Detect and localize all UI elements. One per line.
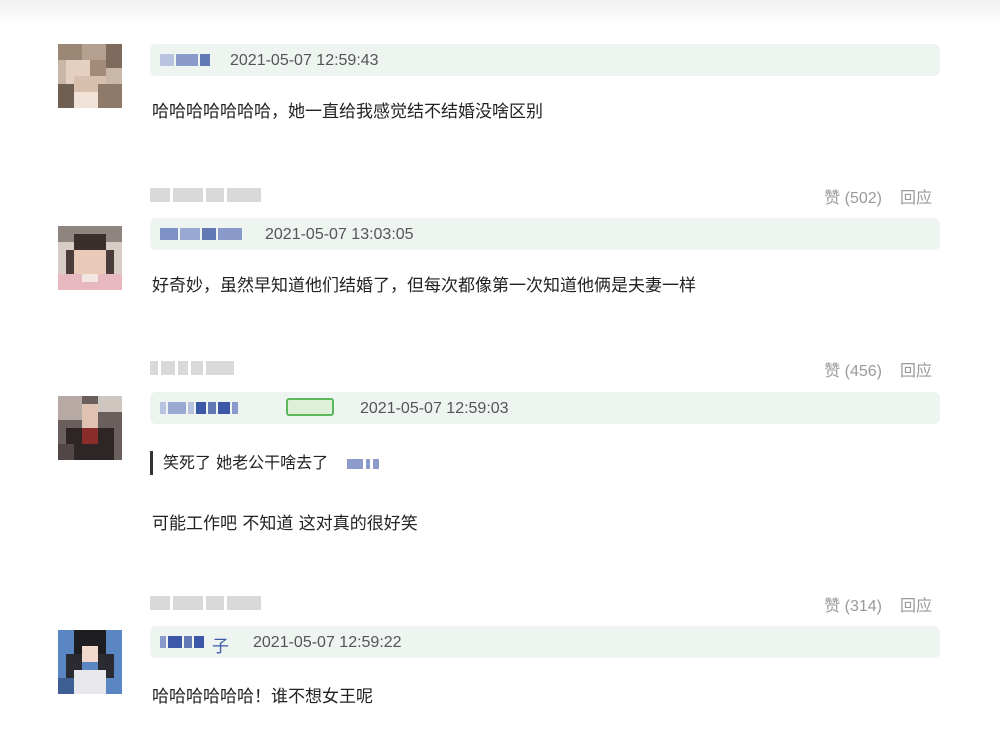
- avatar[interactable]: [58, 396, 122, 460]
- avatar-image: [58, 44, 122, 108]
- avatar[interactable]: [58, 44, 122, 108]
- username-blurred[interactable]: [160, 402, 240, 414]
- comment-text: 哈哈哈哈哈哈哈，她一直给我感觉结不结婚没啥区别: [152, 102, 543, 122]
- avatar-image: [58, 396, 122, 460]
- quoted-comment: 笑死了 她老公干啥去了: [150, 451, 382, 475]
- comment-footer: 赞 (456) 回应: [150, 357, 940, 381]
- avatar[interactable]: [58, 226, 122, 290]
- comment-timestamp: 2021-05-07 12:59:03: [360, 400, 509, 417]
- like-button[interactable]: 赞 (314): [824, 592, 882, 616]
- comment-text: 好奇妙，虽然早知道他们结婚了，但每次都像第一次知道他俩是夫妻一样: [152, 276, 696, 296]
- username-suffix[interactable]: 子: [212, 632, 229, 657]
- avatar-image: [58, 630, 122, 694]
- user-badge: [286, 398, 334, 416]
- username-blurred[interactable]: [160, 228, 244, 240]
- footer-blurred-text: [150, 188, 264, 202]
- top-fade: [0, 0, 1000, 26]
- comment-footer: 赞 (502) 回应: [150, 184, 940, 208]
- quoted-username-blurred[interactable]: [347, 452, 382, 476]
- reply-button[interactable]: 回应: [900, 357, 932, 381]
- comment-timestamp: 2021-05-07 13:03:05: [265, 226, 414, 243]
- username-blurred[interactable]: [160, 636, 206, 648]
- quoted-text: 笑死了 她老公干啥去了: [163, 453, 329, 472]
- reply-button[interactable]: 回应: [900, 184, 932, 208]
- username-blurred[interactable]: [160, 54, 212, 66]
- comment-header: 2021-05-07 13:03:05: [150, 218, 940, 250]
- footer-blurred-text: [150, 596, 264, 610]
- comment-text: 哈哈哈哈哈哈！谁不想女王呢: [152, 687, 373, 707]
- comment-header: 子 2021-05-07 12:59:22: [150, 626, 940, 658]
- comment-header: 2021-05-07 12:59:43: [150, 44, 940, 76]
- comment-header: 2021-05-07 12:59:03: [150, 392, 940, 424]
- comment-footer: 赞 (314) 回应: [150, 592, 940, 616]
- like-button[interactable]: 赞 (456): [824, 357, 882, 381]
- comment-text: 可能工作吧 不知道 这对真的很好笑: [152, 514, 418, 534]
- avatar[interactable]: [58, 630, 122, 694]
- comment-timestamp: 2021-05-07 12:59:22: [253, 634, 402, 651]
- like-button[interactable]: 赞 (502): [824, 184, 882, 208]
- footer-blurred-text: [150, 361, 237, 375]
- comment-timestamp: 2021-05-07 12:59:43: [230, 52, 379, 69]
- avatar-image: [58, 226, 122, 290]
- reply-button[interactable]: 回应: [900, 592, 932, 616]
